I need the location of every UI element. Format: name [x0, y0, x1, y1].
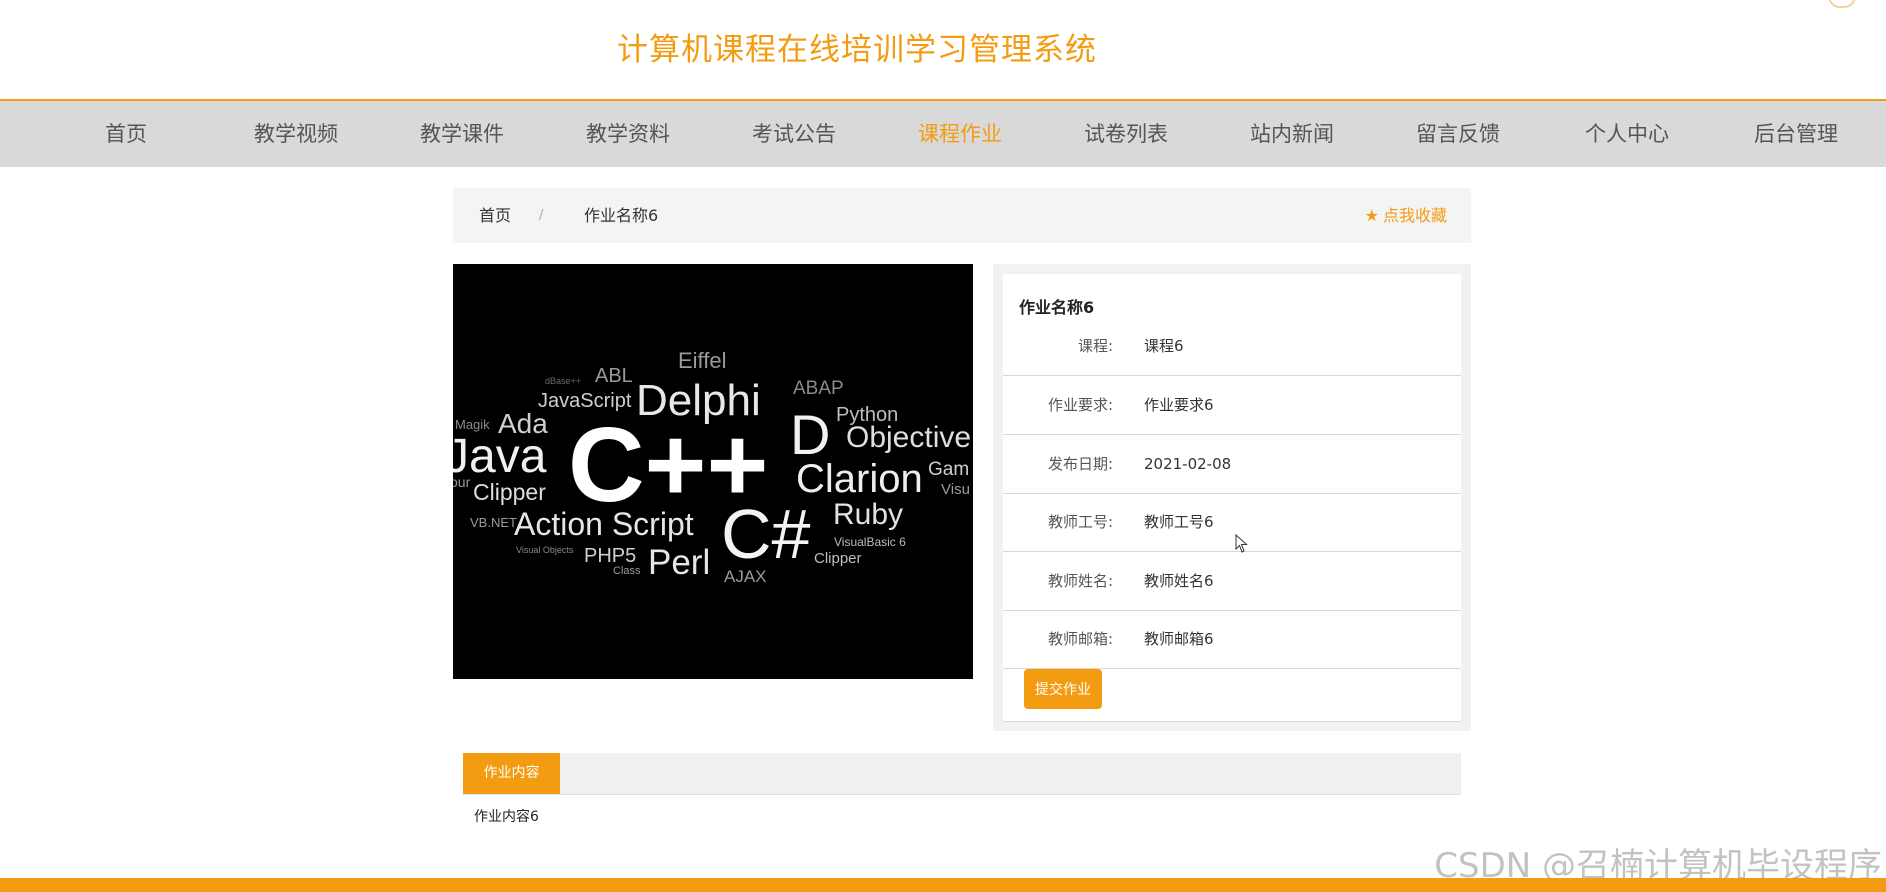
corner-decoration: [1828, 0, 1856, 8]
word-eiffel: Eiffel: [678, 348, 727, 373]
homework-detail-panel: 作业名称6 课程: 课程6 作业要求: 作业要求6 发布日期: 2021-02-…: [993, 264, 1471, 731]
detail-value-publish-date: 2021-02-08: [1144, 455, 1232, 473]
word-class: Class: [613, 565, 641, 577]
word-abl: ABL: [595, 365, 633, 387]
favorite-label: 点我收藏: [1382, 206, 1447, 225]
word-gam: Gam: [928, 459, 969, 480]
detail-value-course: 课程6: [1144, 337, 1184, 355]
nav-item-site-news[interactable]: 站内新闻: [1242, 101, 1342, 167]
tab-homework-content[interactable]: 作业内容: [463, 753, 560, 794]
breadcrumb: 首页 / 作业名称6 ★ 点我收藏: [453, 188, 1471, 243]
nav-item-materials[interactable]: 教学资料: [578, 101, 678, 167]
nav-item-home[interactable]: 首页: [96, 101, 156, 167]
detail-value-teacher-id: 教师工号6: [1144, 513, 1214, 531]
word-vbnet: VB.NET: [470, 515, 517, 530]
word-abap: ABAP: [793, 378, 844, 399]
word-ruby: Ruby: [833, 498, 903, 531]
nav-item-teaching-video[interactable]: 教学视频: [246, 101, 346, 167]
nav-item-course-homework[interactable]: 课程作业: [910, 101, 1010, 167]
site-title: 计算机课程在线培训学习管理系统: [617, 32, 1097, 68]
detail-value-teacher-email: 教师邮箱6: [1144, 630, 1214, 648]
word-clipper-right: Clipper: [814, 550, 862, 567]
word-ajax: AJAX: [724, 567, 767, 586]
favorite-button[interactable]: ★ 点我收藏: [1365, 188, 1447, 243]
detail-label-teacher-email: 教师邮箱:: [1047, 630, 1113, 648]
detail-value-requirement: 作业要求6: [1144, 396, 1214, 414]
nav-item-admin[interactable]: 后台管理: [1746, 101, 1846, 167]
nav-item-exam-notice[interactable]: 考试公告: [744, 101, 844, 167]
nav-item-exam-papers[interactable]: 试卷列表: [1076, 101, 1176, 167]
word-visualbasic6: VisualBasic 6: [834, 535, 906, 549]
word-action-script: Action Script: [514, 506, 694, 542]
footer-bar: [0, 878, 1886, 892]
submit-row: 提交作业: [1003, 669, 1461, 722]
detail-label-publish-date: 发布日期:: [1047, 455, 1113, 473]
word-visu: Visu: [941, 481, 970, 498]
word-csharp: C#: [721, 495, 811, 573]
submit-homework-button[interactable]: 提交作业: [1024, 669, 1102, 709]
detail-value-teacher-name: 教师姓名6: [1144, 572, 1214, 590]
breadcrumb-separator: /: [539, 208, 544, 223]
detail-row-teacher-name: 教师姓名: 教师姓名6: [1003, 552, 1461, 611]
breadcrumb-home[interactable]: 首页: [479, 188, 511, 243]
detail-row-teacher-id: 教师工号: 教师工号6: [1003, 493, 1461, 552]
word-perl: Perl: [648, 543, 710, 582]
word-clipper-left: Clipper: [473, 479, 546, 505]
detail-row-publish-date: 发布日期: 2021-02-08: [1003, 435, 1461, 494]
detail-label-course: 课程:: [1077, 337, 1113, 355]
detail-label-teacher-id: 教师工号:: [1047, 513, 1113, 531]
programming-word-cloud: Eiffel ABL ABAP Delphi JavaScript Python…: [453, 348, 971, 586]
nav-item-courseware[interactable]: 教学课件: [412, 101, 512, 167]
nav-item-feedback[interactable]: 留言反馈: [1408, 101, 1508, 167]
breadcrumb-current: 作业名称6: [584, 206, 659, 225]
detail-row-course: 课程: 课程6: [1003, 317, 1461, 376]
homework-detail-card: 作业名称6 课程: 课程6 作业要求: 作业要求6 发布日期: 2021-02-…: [1003, 274, 1461, 722]
star-icon: ★: [1364, 206, 1379, 225]
word-php5: PHP5: [584, 545, 636, 567]
content-tab-bar: 作业内容: [463, 753, 1461, 795]
word-visual-objects: Visual Objects: [516, 545, 574, 555]
word-our: our: [453, 474, 471, 490]
word-dbase: dBase++: [545, 376, 581, 386]
detail-label-requirement: 作业要求:: [1047, 396, 1113, 414]
homework-title: 作业名称6: [1019, 298, 1095, 317]
detail-label-teacher-name: 教师姓名:: [1047, 572, 1113, 590]
main-navbar: 首页 教学视频 教学课件 教学资料 考试公告 课程作业 试卷列表 站内新闻 留言…: [0, 99, 1886, 167]
word-clarion: Clarion: [796, 457, 923, 501]
nav-item-personal-center[interactable]: 个人中心: [1577, 101, 1677, 167]
detail-row-requirement: 作业要求: 作业要求6: [1003, 376, 1461, 435]
homework-cover-image: Eiffel ABL ABAP Delphi JavaScript Python…: [453, 264, 973, 679]
detail-row-teacher-email: 教师邮箱: 教师邮箱6: [1003, 610, 1461, 669]
homework-content-body: 作业内容6: [474, 809, 539, 825]
word-objective: Objective: [846, 421, 971, 454]
